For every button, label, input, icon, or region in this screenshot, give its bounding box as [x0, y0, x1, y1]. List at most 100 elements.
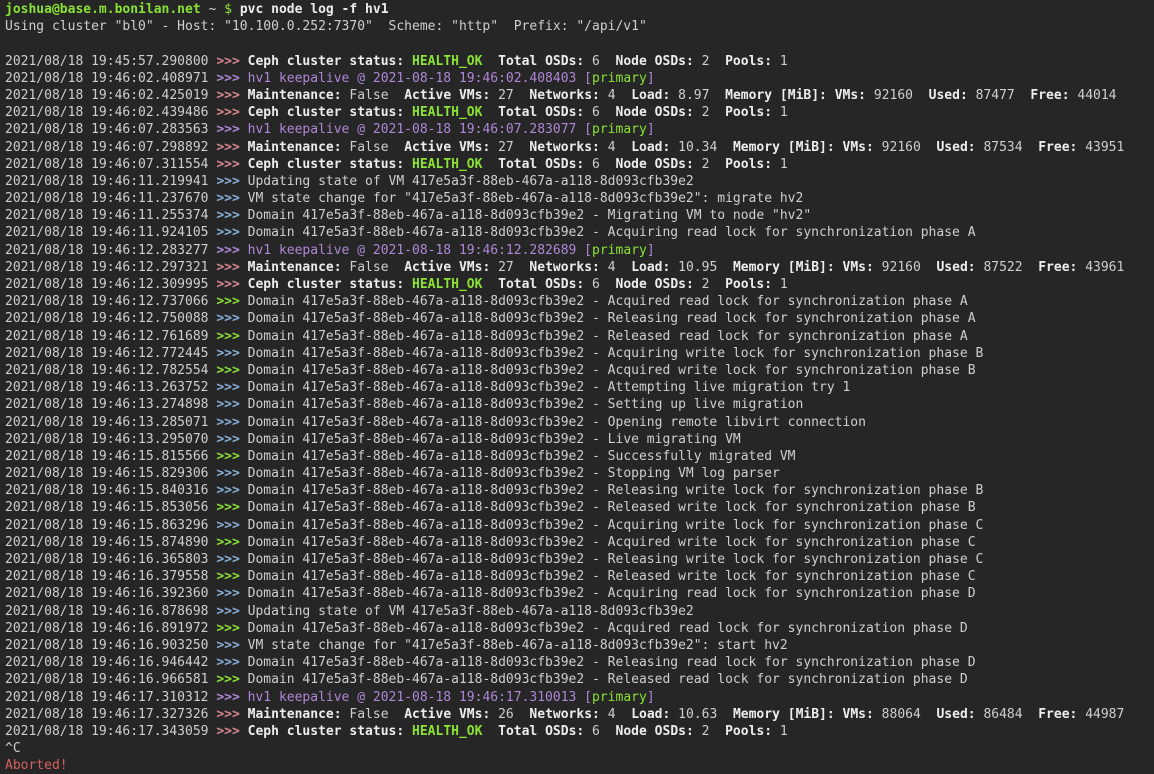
log-marker-icon: >>> — [216, 518, 247, 533]
log-marker-icon: >>> — [216, 604, 247, 619]
log-segment: Used: — [936, 260, 983, 275]
log-marker-icon: >>> — [216, 122, 247, 137]
log-segment: Ceph cluster status: — [248, 277, 412, 292]
log-segment: ^C — [5, 741, 21, 756]
log-line: 2021/08/18 19:46:02.408971 >>> hv1 keepa… — [5, 70, 1154, 87]
log-segment: Networks: — [529, 707, 607, 722]
log-marker-icon: >>> — [216, 535, 247, 550]
log-marker-icon: >>> — [216, 449, 247, 464]
log-segment: 92160 — [882, 260, 937, 275]
terminal-output: joshua@base.m.bonilan.net ~ $ pvc node l… — [5, 1, 1154, 774]
log-segment: Pools: — [725, 157, 780, 172]
log-marker-icon: >>> — [216, 432, 247, 447]
log-line: 2021/08/18 19:46:13.285071 >>> Domain 41… — [5, 414, 1154, 431]
log-line: 2021/08/18 19:46:11.219941 >>> Updating … — [5, 173, 1154, 190]
log-segment: 1 — [780, 157, 788, 172]
log-segment: Domain 417e5a3f-88eb-467a-a118-8d093cfb3… — [248, 466, 780, 481]
log-marker-icon: >>> — [216, 105, 247, 120]
log-timestamp: 2021/08/18 19:46:15.853056 — [5, 500, 216, 515]
log-timestamp: 2021/08/18 19:46:16.379558 — [5, 569, 216, 584]
log-timestamp: 2021/08/18 19:46:12.309995 — [5, 277, 216, 292]
log-segment: 6 — [592, 724, 615, 739]
log-segment: 86484 — [983, 707, 1038, 722]
log-marker-icon: >>> — [216, 329, 247, 344]
log-segment: 6 — [592, 157, 615, 172]
log-segment — [482, 724, 498, 739]
log-segment: Load: — [631, 260, 678, 275]
log-marker-icon: >>> — [216, 638, 247, 653]
log-segment: hv1 keepalive @ 2021-08-18 19:46:12.2826… — [248, 243, 592, 258]
log-marker-icon: >>> — [216, 346, 247, 361]
log-line: 2021/08/18 19:46:17.327326 >>> Maintenan… — [5, 706, 1154, 723]
log-segment: Maintenance: — [248, 140, 350, 155]
log-timestamp: 2021/08/18 19:46:16.946442 — [5, 655, 216, 670]
log-segment: 27 — [498, 260, 529, 275]
log-timestamp: 2021/08/18 19:46:11.924105 — [5, 225, 216, 240]
log-marker-icon: >>> — [216, 586, 247, 601]
log-segment: Networks: — [529, 260, 607, 275]
log-segment: Domain 417e5a3f-88eb-467a-a118-8d093cfb3… — [248, 346, 984, 361]
log-segment: False — [349, 707, 404, 722]
log-segment — [482, 157, 498, 172]
log-segment: Domain 417e5a3f-88eb-467a-a118-8d093cfb3… — [248, 397, 804, 412]
log-timestamp: 2021/08/18 19:46:16.878698 — [5, 604, 216, 619]
terminal-screen: joshua@base.m.bonilan.net ~ $ pvc node l… — [0, 0, 1154, 774]
log-line: 2021/08/18 19:46:11.237670 >>> VM state … — [5, 190, 1154, 207]
log-segment: Domain 417e5a3f-88eb-467a-a118-8d093cfb3… — [248, 483, 984, 498]
log-segment: Domain 417e5a3f-88eb-467a-a118-8d093cfb3… — [248, 380, 851, 395]
log-segment: Aborted! — [5, 758, 68, 773]
log-marker-icon: >>> — [216, 363, 247, 378]
log-line: 2021/08/18 19:46:12.297321 >>> Maintenan… — [5, 259, 1154, 276]
blank-line — [5, 35, 1154, 52]
log-segment: Domain 417e5a3f-88eb-467a-a118-8d093cfb3… — [248, 621, 968, 636]
log-timestamp: 2021/08/18 19:46:13.285071 — [5, 415, 216, 430]
log-line: 2021/08/18 19:46:02.425019 >>> Maintenan… — [5, 87, 1154, 104]
log-segment: HEALTH_OK — [412, 54, 482, 69]
log-segment: 2 — [702, 157, 725, 172]
log-marker-icon: >>> — [216, 707, 247, 722]
log-segment: Free: — [1038, 707, 1085, 722]
log-marker-icon: >>> — [216, 552, 247, 567]
log-segment: Total OSDs: — [498, 105, 592, 120]
log-line: 2021/08/18 19:46:07.283563 >>> hv1 keepa… — [5, 121, 1154, 138]
log-line: 2021/08/18 19:46:16.966581 >>> Domain 41… — [5, 671, 1154, 688]
log-segment: Using cluster "bl0" - Host: "10.100.0.25… — [5, 19, 647, 34]
log-timestamp: 2021/08/18 19:46:07.311554 — [5, 157, 216, 172]
log-segment: Free: — [1038, 140, 1085, 155]
log-segment: Active VMs: — [404, 140, 498, 155]
log-marker-icon: >>> — [216, 672, 247, 687]
log-line: 2021/08/18 19:46:11.255374 >>> Domain 41… — [5, 207, 1154, 224]
log-marker-icon: >>> — [216, 174, 247, 189]
log-marker-icon: >>> — [216, 380, 247, 395]
log-segment: VM state change for "417e5a3f-88eb-467a-… — [248, 191, 804, 206]
log-segment: Updating state of VM 417e5a3f-88eb-467a-… — [248, 604, 694, 619]
log-segment: ] — [647, 122, 655, 137]
log-segment: 87522 — [983, 260, 1038, 275]
log-timestamp: 2021/08/18 19:46:12.761689 — [5, 329, 216, 344]
cluster-info-line: Using cluster "bl0" - Host: "10.100.0.25… — [5, 18, 1154, 35]
log-segment: Node OSDs: — [616, 105, 702, 120]
log-marker-icon: >>> — [216, 71, 247, 86]
log-marker-icon: >>> — [216, 655, 247, 670]
log-segment: HEALTH_OK — [412, 724, 482, 739]
log-timestamp: 2021/08/18 19:46:13.295070 — [5, 432, 216, 447]
log-segment: HEALTH_OK — [412, 157, 482, 172]
log-marker-icon: >>> — [216, 191, 247, 206]
log-segment: False — [349, 88, 404, 103]
log-segment: hv1 keepalive @ 2021-08-18 19:46:07.2830… — [248, 122, 592, 137]
log-marker-icon: >>> — [216, 690, 247, 705]
log-marker-icon: >>> — [216, 260, 247, 275]
log-segment: 2 — [702, 105, 725, 120]
log-segment: Node OSDs: — [616, 54, 702, 69]
log-timestamp: 2021/08/18 19:46:15.815566 — [5, 449, 216, 464]
log-timestamp: 2021/08/18 19:46:12.772445 — [5, 346, 216, 361]
log-segment: Memory [MiB]: — [733, 707, 843, 722]
log-segment: pvc node log -f hv1 — [240, 2, 389, 17]
log-timestamp: 2021/08/18 19:46:02.425019 — [5, 88, 216, 103]
log-segment: VMs: — [843, 707, 882, 722]
log-segment: 26 — [498, 707, 529, 722]
log-line: 2021/08/18 19:46:13.295070 >>> Domain 41… — [5, 431, 1154, 448]
log-timestamp: 2021/08/18 19:46:07.283563 — [5, 122, 216, 137]
log-segment: Domain 417e5a3f-88eb-467a-a118-8d093cfb3… — [248, 415, 866, 430]
log-segment: Domain 417e5a3f-88eb-467a-a118-8d093cfb3… — [248, 225, 976, 240]
